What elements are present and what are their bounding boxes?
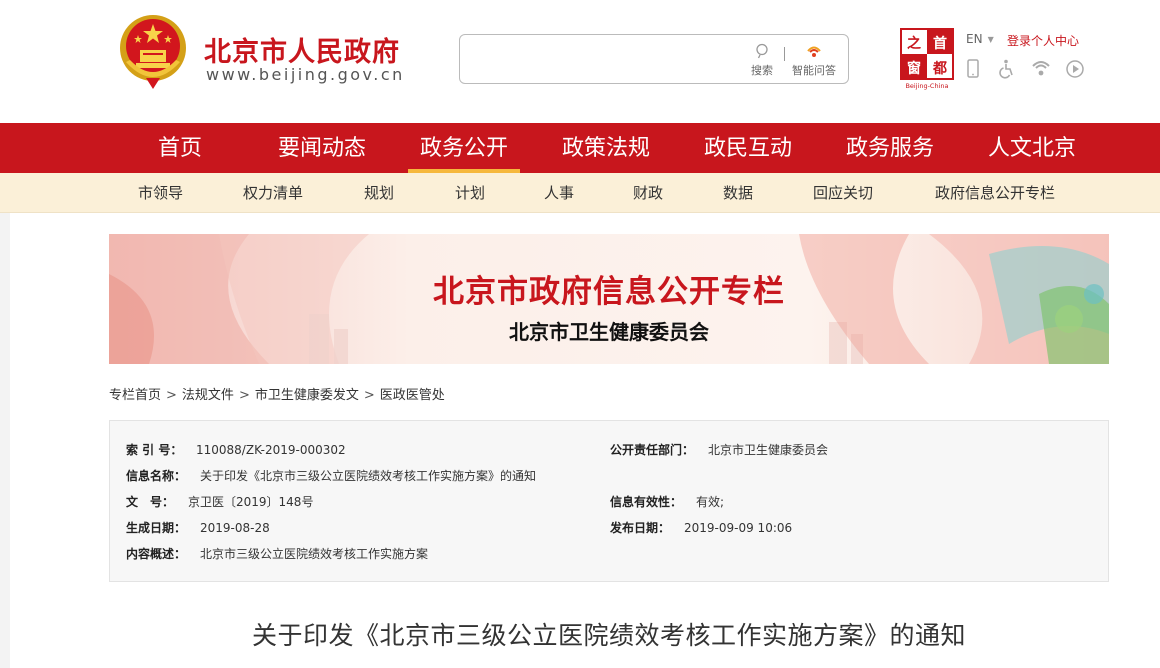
info-created-value: 2019-08-28: [200, 521, 270, 535]
info-name-value: 关于印发《北京市三级公立医院绩效考核工作实施方案》的通知: [200, 469, 537, 483]
chat-icon[interactable]: [1031, 58, 1051, 80]
info-index-value: 110088/ZK-2019-000302: [196, 443, 346, 457]
info-doc-number-label: 文 号：: [126, 495, 175, 509]
national-emblem-icon[interactable]: [116, 10, 190, 90]
language-switch[interactable]: EN ▼: [966, 32, 994, 46]
breadcrumb-item-regulations[interactable]: 法规文件: [182, 388, 234, 403]
login-link[interactable]: 登录个人中心: [1007, 32, 1079, 49]
info-index-label: 索 引 号：: [126, 443, 183, 457]
info-created-label: 生成日期：: [126, 521, 187, 535]
info-name-label: 信息名称：: [126, 469, 187, 483]
search-button[interactable]: 搜索: [746, 43, 778, 78]
site-url[interactable]: www.beijing.gov.cn: [206, 65, 405, 84]
banner: 北京市政府信息公开专栏 北京市卫生健康委员会: [109, 234, 1109, 364]
search-box: 搜索 智能问答: [459, 34, 849, 84]
nav-item-interaction[interactable]: 政民互动: [692, 123, 804, 173]
info-summary: 内容概述： 北京市三级公立医院绩效考核工作实施方案: [126, 545, 428, 562]
info-name: 信息名称： 关于印发《北京市三级公立医院绩效考核工作实施方案》的通知: [126, 467, 536, 484]
breadcrumb-separator: >: [166, 388, 177, 403]
info-summary-value: 北京市三级公立医院绩效考核工作实施方案: [200, 547, 429, 561]
capital-window-logo-icon[interactable]: 之 首 窗 都 Beijing-China: [900, 28, 954, 90]
info-validity: 信息有效性： 有效;: [610, 493, 724, 510]
info-doc-number: 文 号： 京卫医〔2019〕148号: [126, 493, 313, 510]
breadcrumb-separator: >: [363, 388, 375, 403]
play-icon[interactable]: [1065, 58, 1085, 80]
info-validity-label: 信息有效性：: [610, 495, 683, 509]
svg-text:窗: 窗: [907, 60, 921, 77]
svg-text:Beijing-China: Beijing-China: [905, 82, 948, 90]
banner-subtitle: 北京市卫生健康委员会: [509, 320, 709, 344]
robot-icon: [807, 46, 821, 57]
info-department-value: 北京市卫生健康委员会: [708, 443, 829, 457]
search-button-label: 搜索: [751, 64, 773, 77]
subnav-item-info-disclosure[interactable]: 政府信息公开专栏: [935, 173, 1055, 213]
subnav-item-planning[interactable]: 规划: [364, 173, 394, 213]
left-scroll-edge: [0, 213, 10, 668]
site-header: 北京市人民政府 www.beijing.gov.cn 搜索 智能问答 之 首 窗…: [0, 0, 1160, 123]
main-nav: 首页 要闻动态 政务公开 政策法规 政民互动 政务服务 人文北京: [0, 123, 1160, 173]
info-validity-value: 有效;: [696, 495, 725, 509]
info-department: 公开责任部门： 北京市卫生健康委员会: [610, 441, 828, 458]
subnav-item-responses[interactable]: 回应关切: [813, 173, 873, 213]
nav-item-services[interactable]: 政务服务: [834, 123, 946, 173]
sub-nav: 市领导 权力清单 规划 计划 人事 财政 数据 回应关切 政府信息公开专栏: [0, 173, 1160, 213]
page: 北京市人民政府 www.beijing.gov.cn 搜索 智能问答 之 首 窗…: [0, 0, 1160, 668]
breadcrumb-item-medical-admin[interactable]: 医政医管处: [380, 388, 445, 403]
breadcrumb: 专栏首页 > 法规文件 > 市卫生健康委发文 > 医政医管处: [109, 384, 445, 403]
breadcrumb-separator: >: [238, 388, 250, 403]
info-published-value: 2019-09-09 10:06: [684, 521, 793, 535]
svg-text:之: 之: [907, 35, 921, 52]
search-divider: [784, 47, 785, 61]
breadcrumb-item-column-home[interactable]: 专栏首页: [109, 388, 161, 403]
info-department-label: 公开责任部门：: [610, 443, 695, 457]
mobile-icon[interactable]: [963, 58, 983, 80]
document-info-box: 索 引 号： 110088/ZK-2019-000302 公开责任部门： 北京市卫生…: [109, 420, 1109, 582]
document-title: 关于印发《北京市三级公立医院绩效考核工作实施方案》的通知: [251, 621, 966, 650]
accessibility-icon[interactable]: [997, 58, 1017, 80]
nav-item-gov-affairs-open[interactable]: 政务公开: [408, 123, 520, 173]
subnav-item-personnel[interactable]: 人事: [544, 173, 574, 213]
site-name[interactable]: 北京市人民政府: [204, 30, 400, 69]
info-published-label: 发布日期：: [610, 521, 671, 535]
svg-text:都: 都: [932, 61, 947, 77]
tool-icons: [963, 58, 1085, 80]
ai-qa-button-label: 智能问答: [792, 64, 836, 77]
svg-text:首: 首: [933, 35, 947, 52]
search-input[interactable]: [468, 43, 738, 75]
subnav-item-leaders[interactable]: 市领导: [138, 173, 183, 213]
subnav-item-plan[interactable]: 计划: [455, 173, 485, 213]
nav-item-home[interactable]: 首页: [140, 123, 220, 173]
language-label: EN: [966, 32, 983, 46]
info-created-date: 生成日期： 2019-08-28: [126, 519, 270, 536]
info-doc-number-value: 京卫医〔2019〕148号: [188, 495, 314, 509]
subnav-item-data[interactable]: 数据: [723, 173, 753, 213]
breadcrumb-item-commission-docs[interactable]: 市卫生健康委发文: [255, 388, 359, 403]
subnav-item-power-list[interactable]: 权力清单: [243, 173, 303, 213]
nav-item-policy[interactable]: 政策法规: [550, 123, 662, 173]
info-published-date: 发布日期： 2019-09-09 10:06: [610, 519, 792, 536]
ai-qa-button[interactable]: 智能问答: [787, 43, 841, 78]
chevron-down-icon: ▼: [987, 35, 994, 44]
info-index-number: 索 引 号： 110088/ZK-2019-000302: [126, 441, 346, 458]
nav-item-news[interactable]: 要闻动态: [266, 123, 378, 173]
subnav-item-finance[interactable]: 财政: [633, 173, 663, 213]
nav-item-culture[interactable]: 人文北京: [976, 123, 1088, 173]
info-summary-label: 内容概述：: [126, 547, 187, 561]
search-icon: [756, 43, 768, 59]
banner-title: 北京市政府信息公开专栏: [433, 274, 785, 310]
